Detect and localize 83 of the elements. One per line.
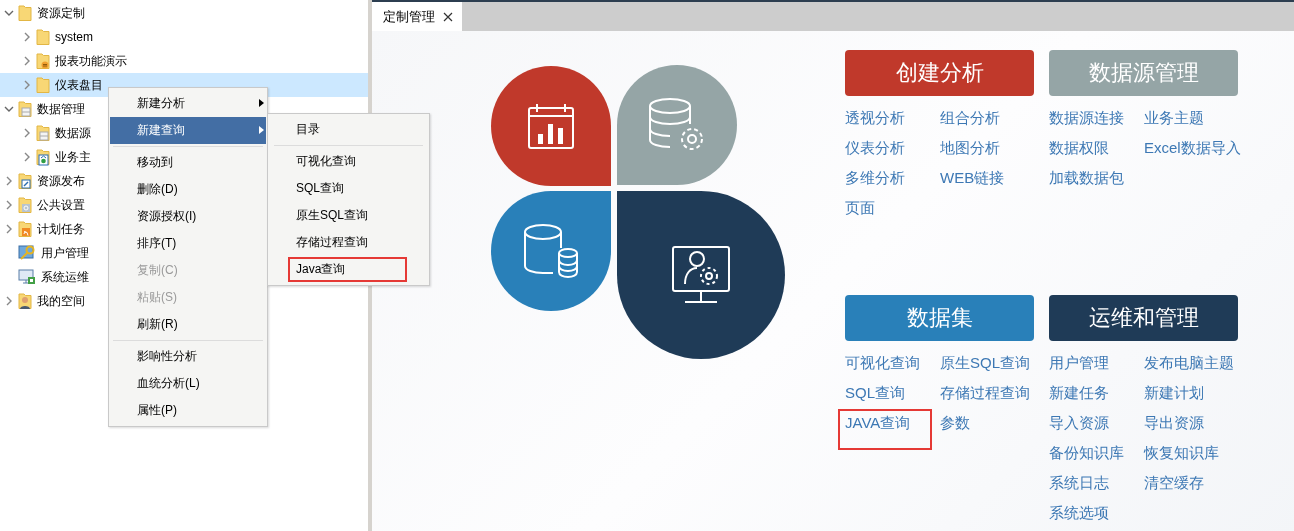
link[interactable]: 加载数据包 [1049, 168, 1124, 188]
folder-icon [18, 172, 32, 190]
menu-item[interactable]: 刷新(R) [110, 311, 266, 343]
menu-item[interactable]: 新建查询 [110, 117, 266, 149]
menu-item[interactable]: 可视化查询 [269, 148, 428, 175]
menu-item[interactable]: 资源授权(I) [110, 203, 266, 230]
tree-item[interactable]: 业务主 [55, 148, 91, 166]
menu-item[interactable]: 新建分析 [110, 90, 266, 117]
submenu-arrow-icon [259, 99, 264, 107]
link[interactable]: 地图分析 [940, 138, 1000, 158]
link[interactable]: 数据源连接 [1049, 108, 1124, 128]
folder-icon [36, 52, 50, 70]
tab[interactable]: 定制管理 [372, 2, 462, 31]
section-button[interactable]: 创建分析 [845, 50, 1034, 96]
link[interactable]: 新建计划 [1144, 383, 1204, 403]
key-icon [18, 244, 36, 262]
database-gear-icon [648, 97, 706, 153]
folder-icon [36, 148, 50, 166]
link[interactable]: 发布电脑主题 [1144, 353, 1234, 373]
link[interactable]: 导入资源 [1049, 413, 1109, 433]
menu-item[interactable]: Java查询 [269, 256, 428, 283]
section-button[interactable]: 数据集 [845, 295, 1034, 341]
folder-icon [18, 4, 32, 22]
link[interactable]: 系统日志 [1049, 473, 1109, 493]
link[interactable]: 多维分析 [845, 168, 905, 188]
link[interactable]: 系统选项 [1049, 503, 1109, 523]
menu-item[interactable]: 血统分析(L) [110, 370, 266, 397]
link[interactable]: 可视化查询 [845, 353, 920, 373]
link[interactable]: JAVA查询 [845, 413, 911, 433]
tree-item[interactable]: 报表功能演示 [55, 52, 127, 70]
folder-icon [18, 196, 32, 214]
folder-icon [36, 76, 50, 94]
tree-item[interactable]: 公共设置 [37, 196, 85, 214]
link[interactable]: 透视分析 [845, 108, 905, 128]
folder-icon [18, 220, 32, 238]
section-button[interactable]: 运维和管理 [1049, 295, 1238, 341]
link[interactable]: 组合分析 [940, 108, 1000, 128]
folder-icon [36, 28, 50, 46]
link[interactable]: Excel数据导入 [1144, 138, 1241, 158]
tree-item[interactable]: 资源发布 [37, 172, 85, 190]
tree-item[interactable]: 资源定制 [37, 4, 85, 22]
link[interactable]: SQL查询 [845, 383, 905, 403]
menu-item[interactable]: SQL查询 [269, 175, 428, 202]
section-button[interactable]: 数据源管理 [1049, 50, 1238, 96]
monitor-icon [18, 268, 36, 286]
link[interactable]: 导出资源 [1144, 413, 1204, 433]
link[interactable]: 仪表分析 [845, 138, 905, 158]
link[interactable]: 新建任务 [1049, 383, 1109, 403]
tree-item[interactable]: 计划任务 [37, 220, 85, 238]
database-icon [523, 223, 579, 279]
submenu-arrow-icon [259, 126, 264, 134]
menu-item[interactable]: 删除(D) [110, 176, 266, 203]
menu-item[interactable]: 影响性分析 [110, 343, 266, 370]
close-icon [443, 11, 453, 22]
tree-item[interactable]: 数据管理 [37, 100, 85, 118]
link[interactable]: 备份知识库 [1049, 443, 1124, 463]
link[interactable]: WEB链接 [940, 168, 1005, 188]
folder-icon [36, 124, 50, 142]
link[interactable]: 参数 [940, 413, 970, 433]
link[interactable]: 页面 [845, 198, 875, 218]
menu-item[interactable]: 目录 [269, 116, 428, 148]
menu-item[interactable]: 属性(P) [110, 397, 266, 424]
menu-item[interactable]: 移动到 [110, 149, 266, 176]
link[interactable]: 用户管理 [1049, 353, 1109, 373]
calendar-chart-icon [527, 102, 575, 150]
monitor-user-icon [672, 246, 730, 304]
menu-item[interactable]: 原生SQL查询 [269, 202, 428, 229]
tree-item[interactable]: system [55, 30, 93, 44]
link[interactable]: 业务主题 [1144, 108, 1204, 128]
link[interactable]: 恢复知识库 [1144, 443, 1219, 463]
link[interactable]: 存储过程查询 [940, 383, 1030, 403]
tree-item[interactable]: 我的空间 [37, 292, 85, 310]
tree-item[interactable]: 用户管理 [41, 244, 89, 262]
link[interactable]: 原生SQL查询 [940, 353, 1030, 373]
link[interactable]: 数据权限 [1049, 138, 1109, 158]
tree-item[interactable]: 数据源 [55, 124, 91, 142]
tree-item[interactable]: 仪表盘目 [55, 76, 103, 94]
tree-item[interactable]: 系统运维 [41, 268, 89, 286]
menu-item[interactable]: 排序(T) [110, 230, 266, 257]
folder-icon [18, 100, 32, 118]
link[interactable]: 清空缓存 [1144, 473, 1204, 493]
person-icon [18, 292, 32, 310]
menu-item[interactable]: 存储过程查询 [269, 229, 428, 256]
